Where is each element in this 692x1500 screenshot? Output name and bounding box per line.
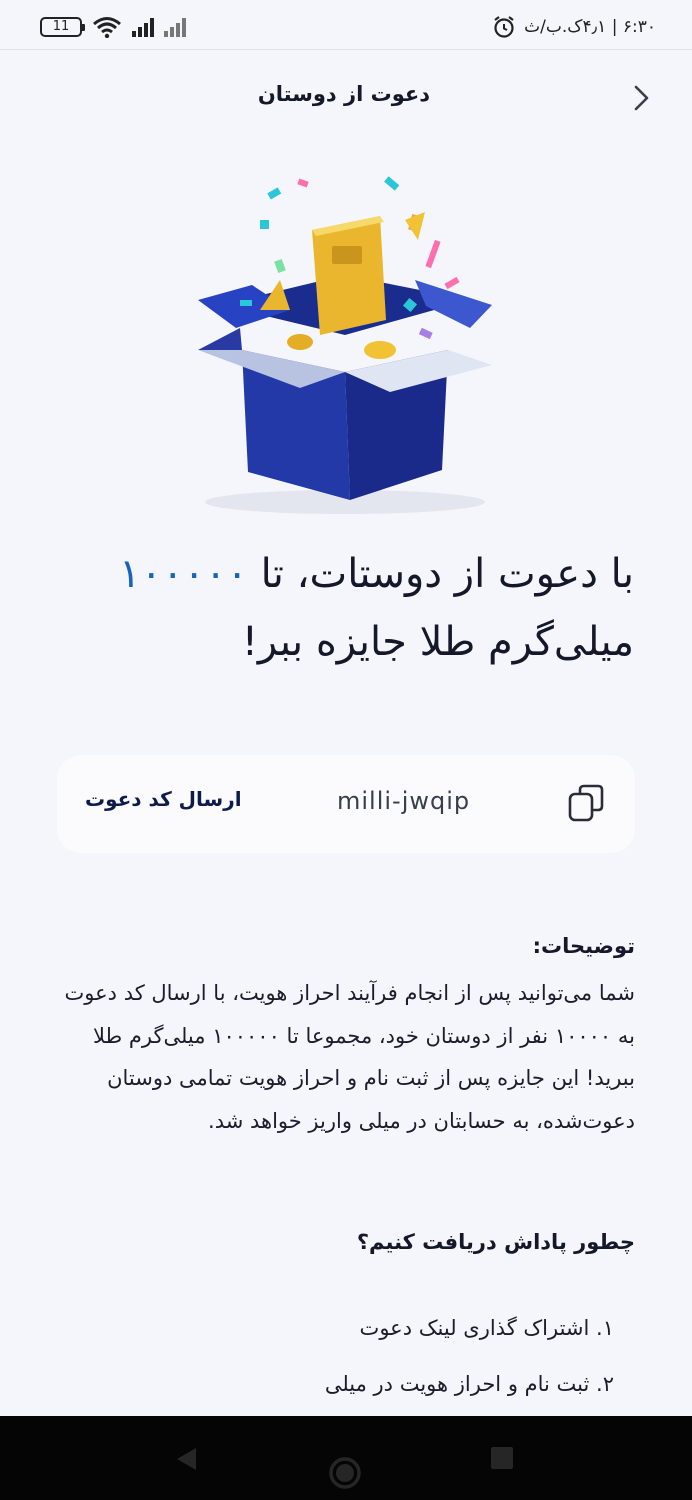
headline-amount: ۱۰۰۰۰۰ (118, 551, 248, 597)
time-text: ۶:۳۰ | ۴٫۱ک.ب/ث (524, 17, 656, 37)
invite-friends-screen: 11 ۶:۳۰ | ۴٫۱ک.ب/ث دعوت از دوستان با دعو… (0, 0, 692, 1500)
status-bar: 11 ۶:۳۰ | ۴٫۱ک.ب/ث (0, 0, 692, 50)
hero-headline: با دعوت از دوستات، تا ۱۰۰۰۰۰ میلی‌گرم طل… (54, 540, 634, 676)
signal-secondary-icon (164, 17, 186, 37)
system-nav-bar (0, 1416, 692, 1500)
gift-box-illustration (198, 176, 492, 514)
headline-after: میلی‌گرم طلا جایزه ببر! (241, 619, 634, 665)
app-header: دعوت از دوستان (0, 50, 692, 146)
nav-back-icon[interactable] (174, 1446, 200, 1472)
nav-recents-icon[interactable] (491, 1447, 513, 1469)
invite-code: milli-jwqip (337, 787, 471, 815)
description-title: توضیحات: (532, 934, 635, 958)
description-body: شما می‌توانید پس از انجام فرآیند احراز ه… (64, 981, 635, 1133)
step-item: ۲. ثبت نام و احراز هویت در میلی (324, 1372, 614, 1396)
status-icons: 11 (40, 16, 186, 38)
send-invite-code-button[interactable]: ارسال کد دعوت (85, 787, 242, 811)
copy-icon[interactable] (567, 782, 607, 824)
how-to-title: چطور پاداش دریافت کنیم؟ (356, 1230, 635, 1254)
wifi-icon (93, 17, 121, 38)
status-time: ۶:۳۰ | ۴٫۱ک.ب/ث (492, 15, 656, 39)
headline-before: با دعوت از دوستات، تا (247, 551, 634, 597)
signal-icon (132, 17, 154, 37)
page-title: دعوت از دوستان (257, 82, 430, 106)
invite-code-card: milli-jwqip ارسال کد دعوت (57, 755, 635, 853)
battery-icon: 11 (40, 17, 85, 37)
nav-home-icon[interactable] (328, 1456, 362, 1490)
chevron-right-icon[interactable] (628, 82, 656, 114)
alarm-icon (494, 16, 514, 38)
steps-list: ۱. اشتراک گذاری لینک دعوت ۲. ثبت نام و ا… (325, 1300, 614, 1412)
step-item: ۱. اشتراک گذاری لینک دعوت (359, 1316, 614, 1340)
